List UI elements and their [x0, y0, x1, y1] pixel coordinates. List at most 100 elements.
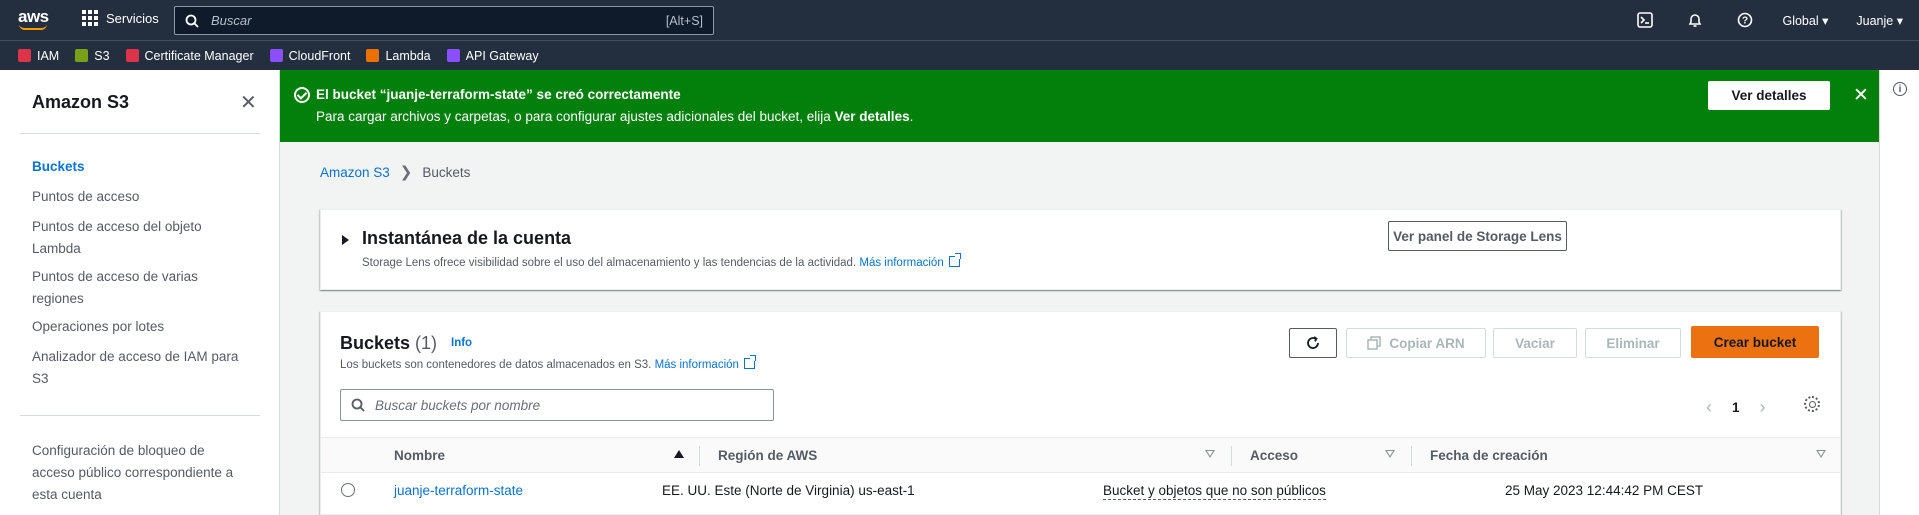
search-icon	[185, 14, 199, 28]
services-label: Servicios	[106, 10, 159, 26]
aws-logo[interactable]: aws	[18, 7, 49, 30]
chevron-right-icon[interactable]: ›	[1760, 397, 1766, 418]
favorite-iam[interactable]: IAM	[18, 49, 59, 63]
sidebar-item-access-points[interactable]: Puntos de acceso	[32, 186, 257, 208]
column-header-region[interactable]: Región de AWS	[718, 448, 817, 463]
cloudfront-service-icon	[269, 49, 283, 62]
snapshot-description: Storage Lens ofrece visibilidad sobre el…	[362, 253, 961, 269]
account-menu[interactable]: Juanje ▾	[1856, 13, 1903, 28]
grid-icon	[82, 10, 98, 26]
caret-down-icon: ▾	[1822, 13, 1829, 28]
learn-more-link[interactable]: Más información	[655, 359, 739, 371]
sidebar-item-batch-operations[interactable]: Operaciones por lotes	[32, 316, 257, 338]
lambda-service-icon	[366, 49, 380, 62]
learn-more-link[interactable]: Más información	[859, 257, 943, 269]
page-number[interactable]: 1	[1732, 400, 1740, 415]
sort-ascending-icon[interactable]	[674, 450, 684, 458]
table-row[interactable]: juanje-terraform-state EE. UU. Este (Nor…	[321, 473, 1840, 507]
notifications-bell-icon[interactable]	[1670, 12, 1720, 28]
global-search-input[interactable]: Buscar [Alt+S]	[174, 6, 714, 35]
s3-service-icon	[75, 49, 89, 62]
create-bucket-button[interactable]: Crear bucket	[1691, 326, 1819, 358]
divider	[20, 133, 260, 134]
top-navigation: aws Servicios Buscar [Alt+S] ? Global ▾ …	[0, 0, 1919, 40]
favorite-api-gateway[interactable]: API Gateway	[446, 49, 539, 63]
services-menu-button[interactable]: Servicios	[82, 10, 159, 26]
info-link[interactable]: Info	[451, 337, 472, 349]
view-storage-lens-button[interactable]: Ver panel de Storage Lens	[1388, 221, 1567, 251]
buckets-description: Los buckets son contenedores de datos al…	[340, 355, 756, 371]
snapshot-title[interactable]: Instantánea de la cuenta	[362, 228, 571, 249]
sort-caret-icon[interactable]	[1816, 450, 1826, 458]
gear-icon[interactable]	[1804, 396, 1820, 412]
dismiss-close-icon[interactable]: ✕	[1853, 84, 1869, 107]
favorites-bar: IAM S3 Certificate Manager CloudFront La…	[0, 40, 1919, 70]
side-navigation: Amazon S3 ✕ Buckets Puntos de acceso Pun…	[0, 70, 280, 515]
buckets-panel: Buckets (1) Info Los buckets son contene…	[320, 311, 1841, 515]
flash-message: Para cargar archivos y carpetas, o para …	[316, 109, 914, 124]
sidebar-item-lambda-access-points[interactable]: Puntos de acceso del objeto Lambda	[32, 216, 222, 260]
sidebar-title[interactable]: Amazon S3	[32, 92, 129, 113]
search-icon	[351, 398, 365, 412]
favorite-lambda[interactable]: Lambda	[366, 49, 431, 63]
favorite-s3[interactable]: S3	[75, 49, 110, 63]
chevron-left-icon[interactable]: ‹	[1706, 397, 1712, 418]
bucket-search-input[interactable]: Buscar buckets por nombre	[340, 389, 774, 421]
row-radio-button[interactable]	[341, 483, 355, 497]
table-header: Nombre Región de AWS Acceso Fecha de cre…	[321, 437, 1840, 473]
buckets-title: Buckets (1)	[340, 333, 438, 353]
refresh-icon	[1307, 336, 1319, 349]
breadcrumb: Amazon S3 ❯ Buckets	[320, 163, 470, 181]
expand-caret-icon[interactable]	[342, 235, 349, 245]
sidebar-item-iam-access-analyzer[interactable]: Analizador de acceso de IAM para S3	[32, 346, 257, 390]
pagination: ‹ 1 ›	[1706, 397, 1766, 418]
svg-text:?: ?	[1742, 16, 1748, 27]
column-divider	[1231, 446, 1232, 466]
copy-arn-button[interactable]: Copiar ARN	[1346, 328, 1486, 358]
refresh-button[interactable]	[1289, 328, 1337, 358]
caret-down-icon: ▾	[1896, 13, 1903, 28]
sidebar-item-buckets[interactable]: Buckets	[32, 156, 257, 178]
tools-panel-rail: i	[1879, 70, 1919, 515]
column-divider	[699, 446, 700, 466]
api-gateway-service-icon	[446, 49, 460, 62]
region-selector[interactable]: Global ▾	[1782, 13, 1828, 28]
certificate-manager-service-icon	[125, 49, 139, 62]
bucket-access[interactable]: Bucket y objetos que no son públicos	[1103, 483, 1326, 500]
bucket-region: EE. UU. Este (Norte de Virginia) us-east…	[662, 483, 915, 498]
sidebar-item-multi-region-access-points[interactable]: Puntos de acceso de varias regiones	[32, 266, 222, 310]
check-circle-icon	[294, 87, 310, 103]
external-link-icon	[743, 355, 756, 369]
sort-caret-icon[interactable]	[1205, 450, 1215, 458]
buckets-count: (1)	[415, 333, 438, 353]
sort-caret-icon[interactable]	[1385, 450, 1395, 458]
column-header-access[interactable]: Acceso	[1250, 448, 1298, 463]
view-details-button[interactable]: Ver detalles	[1708, 81, 1830, 110]
copy-icon	[1367, 336, 1382, 350]
column-header-creation-date[interactable]: Fecha de creación	[1430, 448, 1548, 463]
success-flashbar: El bucket “juanje-terraform-state” se cr…	[280, 70, 1879, 142]
column-header-name[interactable]: Nombre	[394, 448, 445, 463]
bucket-name-link[interactable]: juanje-terraform-state	[394, 483, 523, 498]
cloudshell-icon[interactable]	[1620, 12, 1670, 28]
bucket-creation-date: 25 May 2023 12:44:42 PM CEST	[1505, 483, 1704, 498]
account-snapshot-panel: Instantánea de la cuenta Storage Lens of…	[320, 209, 1841, 290]
breadcrumb-amazon-s3[interactable]: Amazon S3	[320, 165, 390, 180]
sidebar-item-block-public-access[interactable]: Configuración de bloqueo de acceso públi…	[32, 440, 247, 506]
iam-service-icon	[18, 49, 31, 62]
close-icon[interactable]: ✕	[240, 90, 257, 115]
favorite-certificate-manager[interactable]: Certificate Manager	[125, 49, 254, 63]
help-icon[interactable]: ?	[1720, 12, 1770, 28]
empty-button[interactable]: Vaciar	[1493, 328, 1577, 358]
column-divider	[1411, 446, 1412, 466]
delete-button[interactable]: Eliminar	[1585, 328, 1681, 358]
info-icon[interactable]: i	[1893, 82, 1907, 96]
search-placeholder: Buscar	[211, 13, 252, 28]
search-shortcut: [Alt+S]	[665, 13, 703, 28]
chevron-right-icon: ❯	[399, 164, 413, 181]
flash-title: El bucket “juanje-terraform-state” se cr…	[316, 87, 681, 102]
breadcrumb-current: Buckets	[422, 164, 471, 180]
external-link-icon	[948, 253, 961, 267]
favorite-cloudfront[interactable]: CloudFront	[269, 49, 350, 63]
divider	[20, 415, 260, 416]
